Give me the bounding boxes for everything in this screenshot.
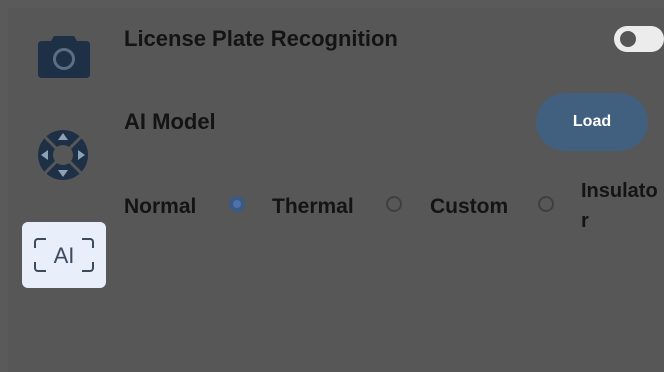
license-plate-toggle[interactable] — [614, 26, 664, 52]
option-normal-radio[interactable] — [229, 196, 245, 212]
ai-model-label: AI Model — [124, 109, 216, 134]
toggle-knob — [620, 31, 636, 47]
load-button[interactable]: Load — [536, 93, 648, 151]
camera-icon — [38, 36, 90, 78]
option-normal-label[interactable]: Normal — [124, 195, 196, 219]
option-insulator-label[interactable]: Insulator — [581, 176, 664, 236]
option-custom-radio[interactable] — [538, 196, 554, 212]
license-plate-label: License Plate Recognition — [124, 26, 398, 51]
option-custom-label[interactable]: Custom — [430, 195, 508, 219]
option-thermal-label[interactable]: Thermal — [272, 195, 354, 219]
gimbal-dpad-icon — [38, 130, 88, 180]
ai-tab-label: AI — [53, 243, 75, 268]
gimbal-tab[interactable] — [36, 128, 90, 182]
option-thermal-radio[interactable] — [386, 196, 402, 212]
ai-tab[interactable]: AI — [22, 222, 106, 288]
settings-panel — [8, 8, 664, 372]
camera-tab[interactable] — [36, 30, 92, 78]
ai-scan-icon: AI — [34, 238, 94, 272]
